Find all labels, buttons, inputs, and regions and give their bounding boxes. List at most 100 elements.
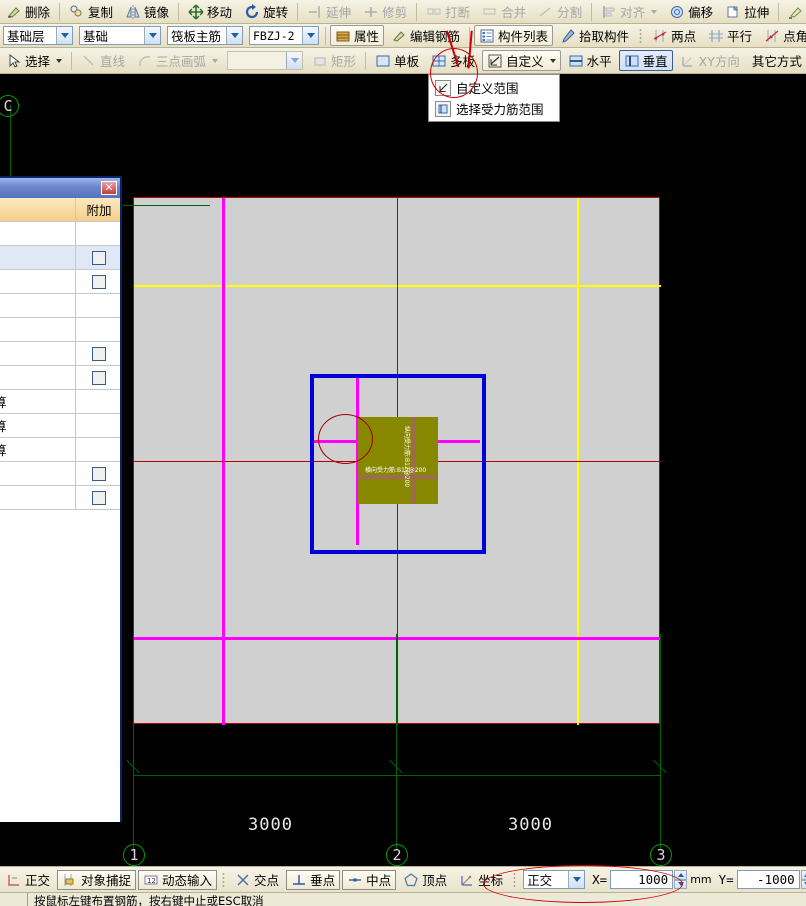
edit-rebar-button[interactable]: 编辑钢筋 xyxy=(386,25,465,46)
break-button[interactable]: 打断 xyxy=(421,1,475,22)
property-attach[interactable] xyxy=(76,318,120,341)
property-value[interactable] xyxy=(0,222,76,245)
close-icon[interactable]: ✕ xyxy=(101,181,117,195)
extend-button[interactable]: 延伸 xyxy=(302,1,356,22)
pick-member-button[interactable]: 拾取构件 xyxy=(555,25,634,46)
rotate-button[interactable]: 旋转 xyxy=(239,1,293,22)
property-value[interactable]: 算设置计算 xyxy=(0,390,76,413)
property-grid[interactable]: 属性值 附加 xyxy=(0,198,120,822)
stretch-button[interactable]: 拉伸 xyxy=(720,1,774,22)
table-row[interactable] xyxy=(0,270,120,294)
properties-button[interactable]: 属性 xyxy=(330,25,385,46)
property-attach[interactable] xyxy=(76,294,120,317)
table-row[interactable]: 算设置计算 xyxy=(0,390,120,414)
chevron-down-icon[interactable] xyxy=(286,52,303,69)
table-row[interactable] xyxy=(0,462,120,486)
chevron-down-icon[interactable] xyxy=(226,27,242,44)
x-stepper[interactable] xyxy=(674,870,688,889)
shape-combobox[interactable] xyxy=(227,51,304,70)
chevron-down-icon[interactable] xyxy=(302,27,318,44)
midpoint-snap-button[interactable]: 中点 xyxy=(342,869,397,890)
chevron-down-icon[interactable] xyxy=(56,27,72,44)
property-value[interactable] xyxy=(0,318,76,341)
delete-button[interactable]: 删除 xyxy=(1,1,55,22)
table-row[interactable]: 接设置计算 xyxy=(0,438,120,462)
ortho-button[interactable]: 正交 xyxy=(1,870,55,890)
dynamic-input-button[interactable]: 12 动态输入 xyxy=(138,869,218,890)
property-attach[interactable] xyxy=(76,438,120,461)
table-row[interactable] xyxy=(0,318,120,342)
chevron-down-icon[interactable] xyxy=(549,58,556,63)
property-value[interactable] xyxy=(0,366,76,389)
intersection-snap-button[interactable]: 交点 xyxy=(230,870,284,890)
three-point-arc-button[interactable]: 三点画弧 xyxy=(132,50,223,71)
axis-label-1[interactable]: 1 xyxy=(123,844,145,866)
table-row[interactable] xyxy=(0,366,120,390)
two-point-button[interactable]: 两点 xyxy=(647,25,701,46)
merge-button[interactable]: 合并 xyxy=(477,1,531,22)
table-row[interactable] xyxy=(0,246,120,270)
vertex-snap-button[interactable]: 顶点 xyxy=(398,870,452,890)
align-button[interactable]: 对齐 xyxy=(596,1,662,22)
property-value[interactable]: 接设置计算 xyxy=(0,438,76,461)
single-slab-button[interactable]: 单板 xyxy=(370,50,424,71)
member-list-button[interactable]: 构件列表 xyxy=(474,25,554,46)
xy-direction-button[interactable]: XY方向 xyxy=(675,50,745,71)
table-row[interactable] xyxy=(0,294,120,318)
parallel-button[interactable]: 平行 xyxy=(703,25,757,46)
offset-button[interactable]: 偏移 xyxy=(664,1,718,22)
object-snap-button[interactable]: 对象捕捉 xyxy=(57,869,137,890)
chevron-down-icon[interactable] xyxy=(568,871,585,888)
property-value[interactable] xyxy=(0,294,76,317)
property-attach[interactable] xyxy=(76,366,120,389)
move-button[interactable]: 移动 xyxy=(183,1,237,22)
trim-button[interactable]: 修剪 xyxy=(358,1,412,22)
checkbox[interactable] xyxy=(92,346,106,361)
type-combobox[interactable]: 筏板主筋 xyxy=(167,26,243,45)
property-attach[interactable] xyxy=(76,246,120,269)
chevron-down-icon[interactable] xyxy=(651,9,658,14)
perpendicular-snap-button[interactable]: 垂点 xyxy=(286,869,341,890)
checkbox[interactable] xyxy=(92,466,106,481)
x-input[interactable]: 1000 xyxy=(610,870,674,889)
menu-item-select-rebar-range[interactable]: 选择受力筋范围 xyxy=(429,98,559,119)
checkbox[interactable] xyxy=(92,274,106,289)
table-row[interactable] xyxy=(0,486,120,510)
vertical-button[interactable]: 垂直 xyxy=(618,50,673,71)
axis-label-2[interactable]: 2 xyxy=(386,844,408,866)
chevron-down-icon[interactable] xyxy=(212,58,219,63)
property-attach[interactable] xyxy=(76,342,120,365)
property-value[interactable] xyxy=(0,246,76,269)
coordinate-snap-button[interactable]: 坐标 xyxy=(454,870,508,890)
property-attach[interactable] xyxy=(76,390,120,413)
table-row[interactable] xyxy=(0,342,120,366)
checkbox[interactable] xyxy=(92,370,106,385)
mirror-button[interactable]: 镜像 xyxy=(120,1,174,22)
axis-label-c[interactable]: C xyxy=(0,95,19,117)
checkbox[interactable] xyxy=(92,490,106,505)
member-combobox[interactable]: FBZJ-2 xyxy=(249,26,319,45)
other-way-button[interactable]: 其它方式 xyxy=(747,50,806,71)
rect-button[interactable]: 矩形 xyxy=(307,50,361,71)
copy-button[interactable]: 复制 xyxy=(64,1,118,22)
mode-combobox[interactable]: 正交 xyxy=(523,870,586,889)
property-attach[interactable] xyxy=(76,414,120,437)
menu-item-custom-range[interactable]: 自定义范围 xyxy=(429,77,559,98)
category-combobox[interactable]: 基础 xyxy=(79,26,161,45)
floor-combobox[interactable]: 基础层 xyxy=(3,26,73,45)
checkbox[interactable] xyxy=(92,250,106,265)
set-grip-button[interactable]: 设置夹点 xyxy=(783,1,806,22)
property-value[interactable] xyxy=(0,270,76,293)
property-attach[interactable] xyxy=(76,270,120,293)
axis-label-3[interactable]: 3 xyxy=(650,844,672,866)
property-attach[interactable] xyxy=(76,222,120,245)
y-stepper[interactable] xyxy=(800,870,806,889)
point-angle-button[interactable]: 点角 xyxy=(759,25,806,46)
horizontal-button[interactable]: 水平 xyxy=(563,50,617,71)
split-button[interactable]: 分割 xyxy=(533,1,587,22)
line-button[interactable]: 直线 xyxy=(76,50,130,71)
select-button[interactable]: 选择 xyxy=(1,50,67,71)
property-value[interactable] xyxy=(0,342,76,365)
property-attach[interactable] xyxy=(76,462,120,485)
property-value[interactable]: 点设置计算 xyxy=(0,414,76,437)
